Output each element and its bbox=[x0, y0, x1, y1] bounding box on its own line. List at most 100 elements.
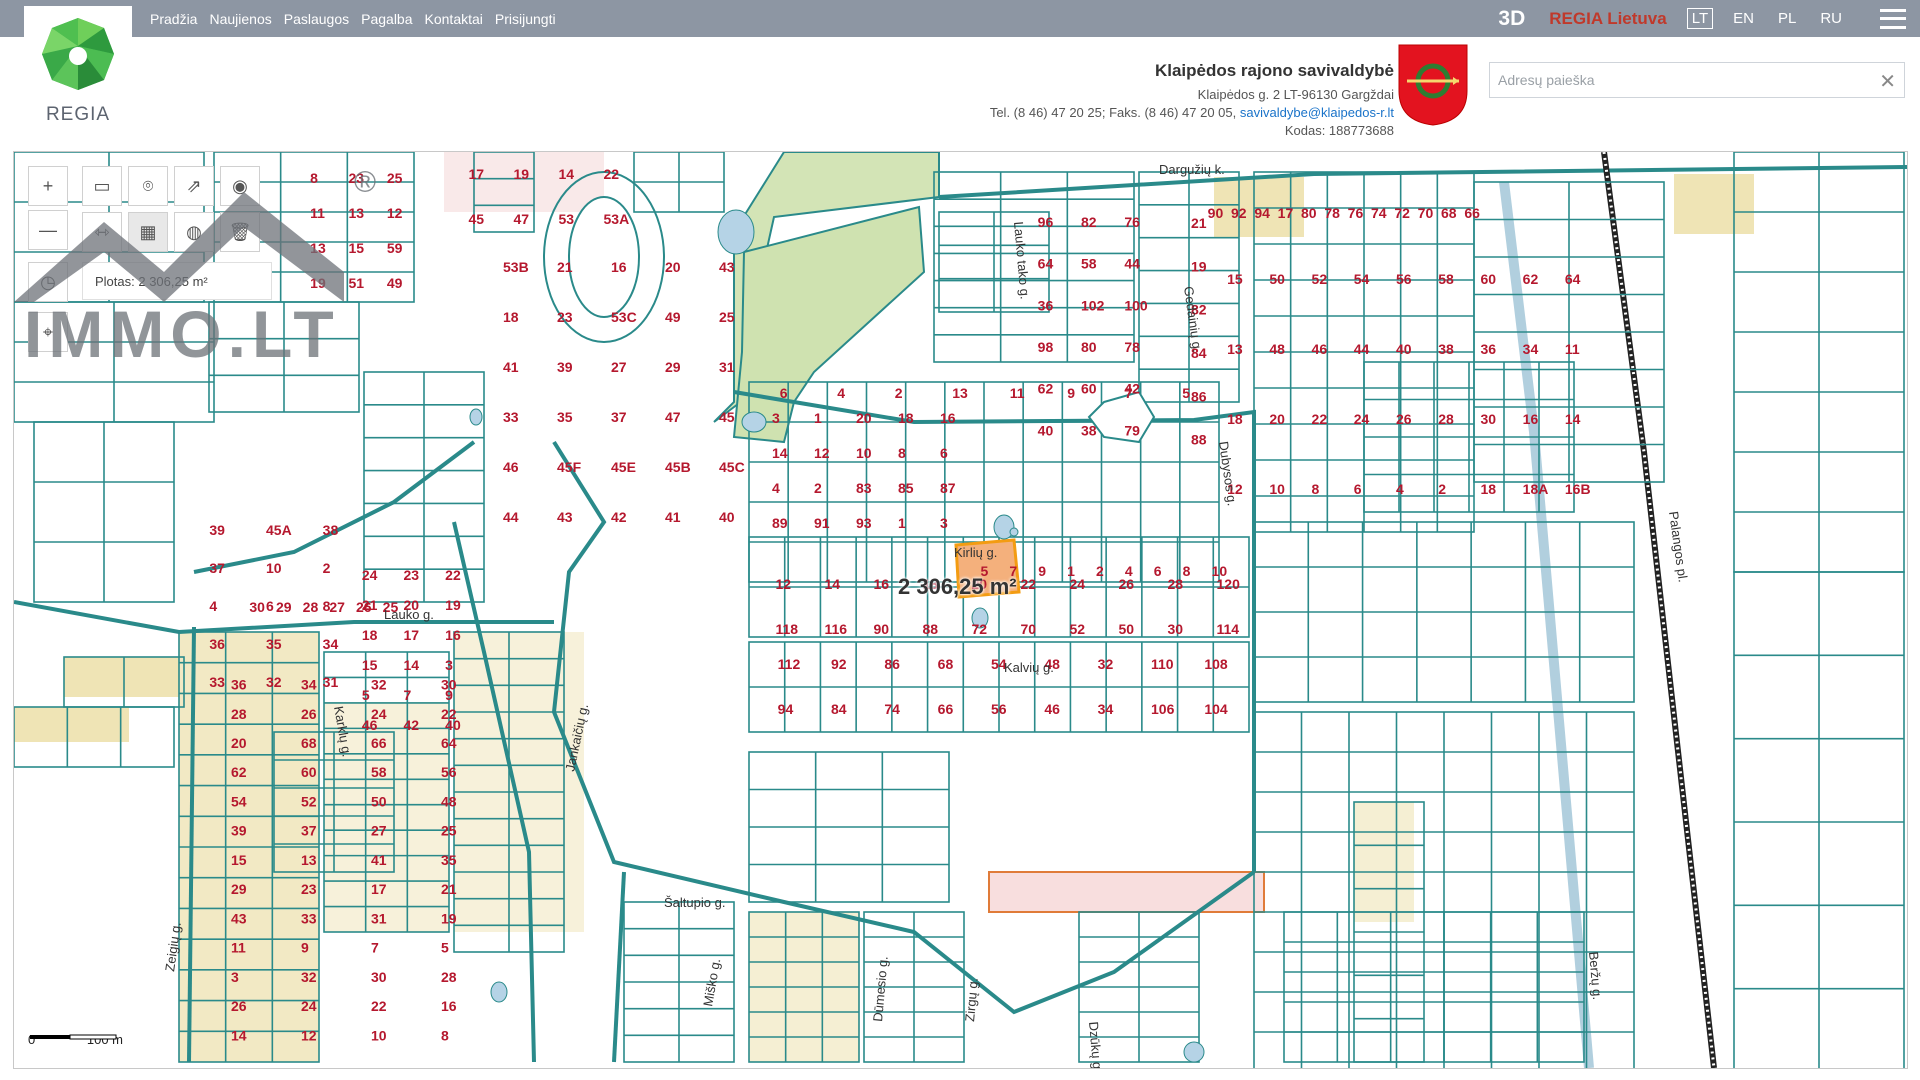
parcel-number[interactable]: 16 bbox=[445, 627, 461, 643]
parcel-number[interactable]: 10 bbox=[856, 445, 872, 461]
parcel-number[interactable]: 28 bbox=[1168, 576, 1184, 592]
parcel-number[interactable]: 45 bbox=[469, 211, 485, 227]
parcel-number[interactable]: 43 bbox=[557, 509, 573, 525]
parcel-number[interactable]: 37 bbox=[301, 823, 317, 839]
parcel-number[interactable]: 24 bbox=[362, 567, 378, 583]
parcel-number[interactable]: 8 bbox=[1183, 563, 1191, 579]
parcel-number[interactable]: 62 bbox=[231, 764, 247, 780]
parcel-number[interactable]: 12 bbox=[776, 576, 792, 592]
parcel-number[interactable]: 92 bbox=[831, 656, 847, 672]
language-pl[interactable]: PL bbox=[1774, 9, 1800, 28]
parcel-number[interactable]: 72 bbox=[972, 621, 988, 637]
parcel-number[interactable]: 35 bbox=[441, 852, 457, 868]
parcel-number[interactable]: 15 bbox=[1227, 271, 1243, 287]
parcel-number[interactable]: 89 bbox=[772, 515, 788, 531]
parcel-number[interactable]: 43 bbox=[719, 259, 735, 275]
parcel-number[interactable]: 54 bbox=[231, 793, 247, 809]
parcel-number[interactable]: 29 bbox=[276, 599, 292, 615]
parcel-number[interactable]: 52 bbox=[1070, 621, 1086, 637]
parcel-number[interactable]: 38 bbox=[323, 522, 339, 538]
hamburger-menu-icon[interactable] bbox=[1880, 8, 1906, 29]
parcel-number[interactable]: 86 bbox=[884, 656, 900, 672]
parcel-number[interactable]: 72 bbox=[1394, 205, 1410, 221]
parcel-number[interactable]: 37 bbox=[209, 560, 225, 576]
parcel-number[interactable]: 8 bbox=[441, 1027, 449, 1043]
parcel-number[interactable]: 41 bbox=[371, 852, 387, 868]
parcel-number[interactable]: 11 bbox=[231, 940, 246, 956]
parcel-number[interactable]: 20 bbox=[665, 259, 681, 275]
parcel-number[interactable]: 45 bbox=[719, 409, 735, 425]
parcel-number[interactable]: 21 bbox=[362, 597, 378, 613]
parcel-number[interactable]: 52 bbox=[301, 793, 317, 809]
parcel-number[interactable]: 12 bbox=[814, 445, 830, 461]
parcel-number[interactable]: 22 bbox=[441, 706, 457, 722]
parcel-number[interactable]: 17 bbox=[371, 881, 387, 897]
parcel-number[interactable]: 31 bbox=[719, 359, 735, 375]
parcel-number[interactable]: 76 bbox=[1124, 214, 1140, 230]
parcel-number[interactable]: 74 bbox=[884, 701, 900, 717]
parcel-number[interactable]: 100 bbox=[1124, 297, 1148, 313]
parcel-number[interactable]: 26 bbox=[301, 706, 317, 722]
regia-logo[interactable]: REGIA bbox=[24, 6, 132, 128]
parcel-number[interactable]: 22 bbox=[604, 166, 620, 182]
parcel-number[interactable]: 3 bbox=[231, 969, 239, 985]
parcel-number[interactable]: 2 bbox=[814, 480, 822, 496]
parcel-number[interactable]: 27 bbox=[371, 823, 387, 839]
parcel-number[interactable]: 42 bbox=[611, 509, 627, 525]
parcel-number[interactable]: 11 bbox=[1010, 385, 1025, 401]
parcel-number[interactable]: 53B bbox=[503, 259, 529, 275]
parcel-number[interactable]: 80 bbox=[1301, 205, 1317, 221]
parcel-number[interactable]: 39 bbox=[209, 522, 225, 538]
parcel-number[interactable]: 26 bbox=[1396, 411, 1412, 427]
parcel-number[interactable]: 33 bbox=[301, 910, 317, 926]
parcel-number[interactable]: 88 bbox=[1191, 432, 1207, 448]
parcel-number[interactable]: 30 bbox=[249, 599, 265, 615]
parcel-number[interactable]: 30 bbox=[371, 969, 387, 985]
parcel-number[interactable]: 94 bbox=[1254, 205, 1270, 221]
parcel-number[interactable]: 13 bbox=[301, 852, 317, 868]
parcel-number[interactable]: 50 bbox=[1119, 621, 1135, 637]
parcel-number[interactable]: 5 bbox=[1182, 385, 1190, 401]
parcel-number[interactable]: 20 bbox=[231, 735, 247, 751]
parcel-number[interactable]: 26 bbox=[1119, 576, 1135, 592]
parcel-number[interactable]: 62 bbox=[1523, 271, 1539, 287]
parcel-number[interactable]: 110 bbox=[1151, 656, 1174, 672]
parcel-number[interactable]: 66 bbox=[1464, 205, 1480, 221]
parcel-number[interactable]: 33 bbox=[503, 409, 519, 425]
parcel-number[interactable]: 90 bbox=[874, 621, 890, 637]
parcel-number[interactable]: 14 bbox=[404, 657, 420, 673]
parcel-number[interactable]: 42 bbox=[1124, 381, 1140, 397]
parcel-number[interactable]: 36 bbox=[209, 636, 225, 652]
parcel-number[interactable]: 20 bbox=[1269, 411, 1285, 427]
parcel-number[interactable]: 46 bbox=[1312, 341, 1328, 357]
parcel-number[interactable]: 32 bbox=[1098, 656, 1114, 672]
parcel-number[interactable]: 30 bbox=[1480, 411, 1496, 427]
parcel-number[interactable]: 50 bbox=[371, 793, 387, 809]
parcel-number[interactable]: 17 bbox=[404, 627, 420, 643]
parcel-number[interactable]: 5 bbox=[362, 687, 370, 703]
parcel-number[interactable]: 88 bbox=[923, 621, 939, 637]
parcel-number[interactable]: 31 bbox=[323, 674, 339, 690]
3d-view-button[interactable]: 3D bbox=[1498, 7, 1525, 31]
parcel-number[interactable]: 92 bbox=[1231, 205, 1247, 221]
parcel-number[interactable]: 94 bbox=[778, 701, 794, 717]
parcel-number[interactable]: 23 bbox=[557, 309, 573, 325]
parcel-number[interactable]: 47 bbox=[665, 409, 681, 425]
parcel-number[interactable]: 30 bbox=[1168, 621, 1184, 637]
parcel-number[interactable]: 34 bbox=[301, 677, 317, 693]
parcel-number[interactable]: 24 bbox=[1070, 576, 1086, 592]
parcel-number[interactable]: 70 bbox=[1021, 621, 1037, 637]
parcel-number[interactable]: 16B bbox=[1565, 481, 1591, 497]
parcel-number[interactable]: 22 bbox=[371, 998, 387, 1014]
parcel-number[interactable]: 32 bbox=[371, 677, 387, 693]
parcel-number[interactable]: 41 bbox=[665, 509, 681, 525]
parcel-number[interactable]: 83 bbox=[856, 480, 872, 496]
parcel-number[interactable]: 46 bbox=[503, 459, 519, 475]
parcel-number[interactable]: 41 bbox=[503, 359, 519, 375]
parcel-number[interactable]: 15 bbox=[362, 657, 378, 673]
parcel-number[interactable]: 21 bbox=[1191, 215, 1207, 231]
parcel-number[interactable]: 29 bbox=[665, 359, 681, 375]
parcel-number[interactable]: 16 bbox=[874, 576, 890, 592]
parcel-number[interactable]: 24 bbox=[301, 998, 317, 1014]
parcel-number[interactable]: 42 bbox=[404, 717, 420, 733]
